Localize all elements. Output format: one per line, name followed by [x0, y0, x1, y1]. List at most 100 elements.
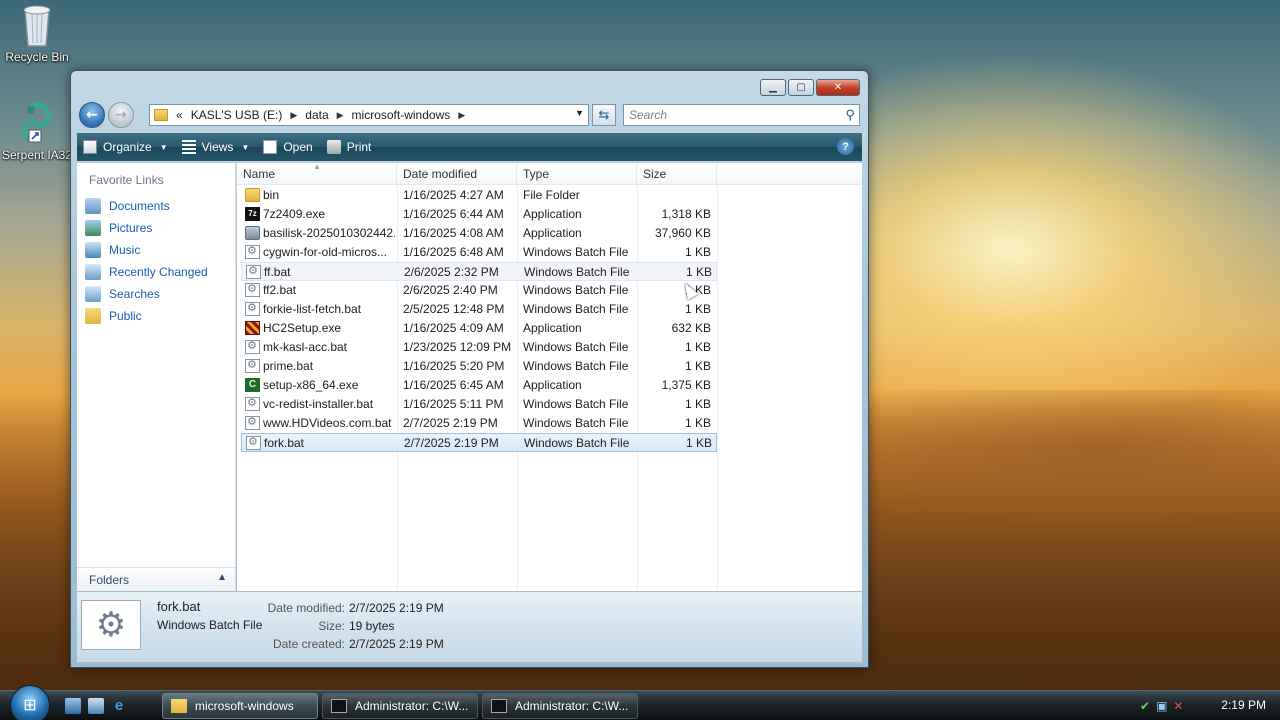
print-label: Print — [346, 140, 372, 154]
taskbar: ⊞ e microsoft-windows Administrator: C:\… — [0, 685, 1280, 720]
maximize-icon: ▢ — [796, 82, 806, 93]
favorite-link-pictures[interactable]: Pictures — [77, 217, 235, 239]
command-bar: Organize ▼ Views ▼ Open Print ? — [77, 133, 862, 161]
file-date-modified: 1/16/2025 4:27 AM — [403, 188, 504, 202]
folders-label: Folders — [89, 573, 130, 587]
breadcrumb-separator-icon[interactable]: ▶ — [458, 110, 465, 121]
sort-ascending-icon: ▲ — [313, 162, 321, 171]
file-size: 1 KB — [684, 283, 711, 297]
safely-remove-hardware-icon[interactable]: ✔ — [1140, 699, 1150, 713]
file-size: 1,375 KB — [661, 378, 711, 392]
breadcrumb-overflow[interactable]: « — [176, 108, 183, 122]
address-bar[interactable]: « KASL'S USB (E:) ▶ data ▶ microsoft-win… — [149, 104, 589, 126]
favorite-link-documents[interactable]: Documents — [77, 195, 235, 217]
help-icon[interactable]: ? — [837, 138, 854, 155]
file-row[interactable]: cygwin-for-old-micros... 1/16/2025 6:48 A… — [241, 243, 717, 262]
taskbar-button-cmd-1[interactable]: Administrator: C:\W... — [322, 693, 478, 719]
folder-icon — [171, 699, 187, 713]
file-date-modified: 2/7/2025 2:19 PM — [403, 416, 498, 430]
batch-file-icon — [246, 264, 261, 279]
desktop-icon-serpent[interactable]: Serpent IA32 — [1, 100, 73, 162]
explorer-window[interactable]: ▁ ▢ ✕ ← → « KASL'S USB (E:) ▶ data ▶ mic… — [70, 70, 869, 668]
file-row[interactable]: mk-kasl-acc.bat 1/23/2025 12:09 PM Windows… — [241, 338, 717, 357]
file-row[interactable]: Csetup-x86_64.exe 1/16/2025 6:45 AM Applic… — [241, 376, 717, 395]
favorite-link-label: Searches — [109, 287, 160, 301]
breadcrumb-separator-icon[interactable]: ▶ — [290, 110, 297, 121]
organize-label: Organize — [103, 140, 152, 154]
file-size: 632 KB — [671, 321, 711, 335]
open-icon — [263, 140, 278, 154]
file-name: prime.bat — [263, 359, 314, 373]
print-button[interactable]: Print — [326, 140, 372, 154]
recently-changed-icon — [85, 264, 101, 280]
favorite-link-searches[interactable]: Searches — [77, 283, 235, 305]
column-header-type[interactable]: Type — [517, 163, 637, 185]
views-label: Views — [201, 140, 234, 154]
file-row[interactable]: ff2.bat 2/6/2025 2:40 PM Windows Batch Fil… — [241, 281, 717, 300]
volume-muted-icon[interactable]: ✕ — [1173, 699, 1183, 713]
address-dropdown-icon[interactable]: ▼ — [575, 108, 584, 118]
breadcrumb-microsoft-windows[interactable]: microsoft-windows — [352, 108, 451, 122]
file-type: Windows Batch File — [524, 436, 630, 450]
file-size: 1,318 KB — [661, 207, 711, 221]
file-row[interactable]: bin 1/16/2025 4:27 AM File Folder — [241, 186, 717, 205]
taskbar-button-explorer[interactable]: microsoft-windows — [162, 693, 318, 719]
file-row[interactable]: HC2Setup.exe 1/16/2025 4:09 AM Application… — [241, 319, 717, 338]
forward-button[interactable]: → — [108, 102, 134, 128]
file-row[interactable]: vc-redist-installer.bat 1/16/2025 5:11 PM… — [241, 395, 717, 414]
column-header-name[interactable]: ▲ Name — [237, 162, 397, 185]
navigation-pane: Favorite Links Documents Pictures Music … — [77, 163, 236, 591]
file-row[interactable]: fork.bat 2/7/2025 2:19 PM Windows Batch Fi… — [241, 433, 717, 452]
file-size: 1 KB — [684, 340, 711, 354]
file-row[interactable]: ff.bat 2/6/2025 2:32 PM Windows Batch File… — [241, 262, 717, 281]
favorite-link-public[interactable]: Public — [77, 305, 235, 327]
column-header-size[interactable]: Size — [637, 163, 717, 185]
file-row[interactable]: prime.bat 1/16/2025 5:20 PM Windows Batch … — [241, 357, 717, 376]
views-button[interactable]: Views ▼ — [181, 140, 249, 154]
open-button[interactable]: Open — [263, 140, 313, 154]
maximize-button[interactable]: ▢ — [788, 79, 814, 96]
refresh-button[interactable]: ⇆ — [592, 104, 616, 126]
minimize-icon: ▁ — [769, 82, 777, 93]
breadcrumb-data[interactable]: data — [305, 108, 328, 122]
switch-windows-icon[interactable] — [88, 698, 104, 714]
batch-file-icon: ⚙ — [81, 600, 141, 650]
folders-toggle[interactable]: Folders ▲ — [77, 567, 235, 591]
file-name: mk-kasl-acc.bat — [263, 340, 348, 354]
file-date-modified: 1/23/2025 12:09 PM — [403, 340, 512, 354]
minimize-button[interactable]: ▁ — [760, 79, 786, 96]
close-icon: ✕ — [833, 82, 843, 93]
file-list: ▲ Name Date modified Type Size bin 1/16/2… — [237, 162, 862, 591]
favorite-link-recently-changed[interactable]: Recently Changed — [77, 261, 235, 283]
search-icon[interactable]: ⚲ — [845, 107, 855, 123]
file-date-modified: 1/16/2025 6:45 AM — [403, 378, 504, 392]
system-clock[interactable]: 2:19 PM — [1221, 698, 1266, 712]
file-row[interactable]: www.HDVideos.com.bat 2/7/2025 2:19 PM Wind… — [241, 414, 717, 433]
file-size: 1 KB — [685, 436, 712, 450]
column-header-label: Name — [243, 167, 276, 181]
file-row[interactable]: basilisk-2025010302442... 1/16/2025 4:08 … — [241, 224, 717, 243]
file-row[interactable]: forkie-list-fetch.bat 2/5/2025 12:48 PM Wi… — [241, 300, 717, 319]
batch-file-icon — [245, 282, 260, 297]
organize-button[interactable]: Organize ▼ — [83, 140, 168, 154]
internet-explorer-icon[interactable]: e — [111, 698, 127, 714]
file-type: Windows Batch File — [523, 302, 629, 316]
file-type: Windows Batch File — [523, 397, 629, 411]
breadcrumb-drive[interactable]: KASL'S USB (E:) — [191, 108, 283, 122]
desktop-icon-recycle-bin[interactable]: Recycle Bin — [1, 2, 73, 64]
start-button[interactable]: ⊞ — [10, 685, 50, 720]
taskbar-button-cmd-2[interactable]: Administrator: C:\W... — [482, 693, 638, 719]
file-name: forkie-list-fetch.bat — [263, 302, 362, 316]
breadcrumb-separator-icon[interactable]: ▶ — [337, 110, 344, 121]
file-date-modified: 1/16/2025 4:09 AM — [403, 321, 504, 335]
close-button[interactable]: ✕ — [816, 79, 860, 96]
show-desktop-icon[interactable] — [65, 698, 81, 714]
column-header-date-modified[interactable]: Date modified — [397, 163, 517, 185]
file-date-modified: 2/7/2025 2:19 PM — [404, 436, 499, 450]
search-input[interactable]: Search ⚲ — [623, 104, 860, 126]
favorite-link-music[interactable]: Music — [77, 239, 235, 261]
network-icon[interactable]: ▣ — [1156, 699, 1167, 713]
file-row[interactable]: 7z 7z2409.exe 1/16/2025 6:44 AM Application… — [241, 205, 717, 224]
back-button[interactable]: ← — [79, 102, 105, 128]
file-size: 1 KB — [684, 397, 711, 411]
